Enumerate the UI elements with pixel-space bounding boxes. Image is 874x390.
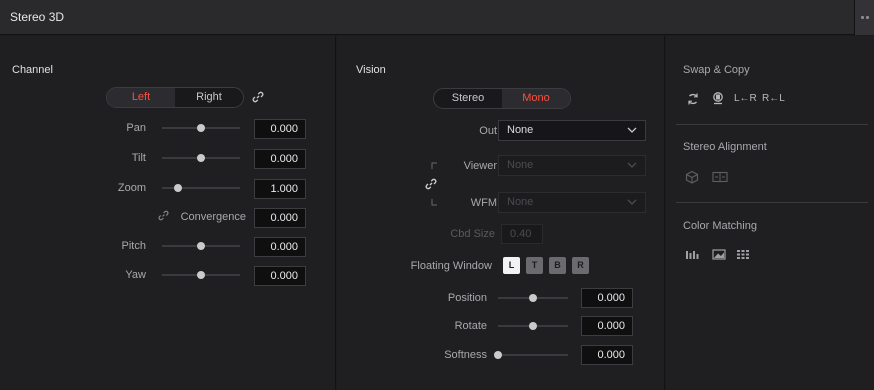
alignment-compare-icon[interactable] xyxy=(712,171,728,183)
mode-mono-button[interactable]: Mono xyxy=(502,89,570,108)
position-value-field[interactable]: 0.000 xyxy=(581,288,633,308)
stereo-alignment-title: Stereo Alignment xyxy=(683,141,767,153)
chevron-down-icon xyxy=(627,162,637,168)
link-icon[interactable] xyxy=(252,91,264,103)
rotate-slider[interactable] xyxy=(498,321,568,331)
auto-align-cube-icon[interactable] xyxy=(685,170,699,184)
viewer-label: Viewer xyxy=(463,160,497,172)
tools-panel: Swap & Copy L←R R←L Stereo Alignment Col… xyxy=(666,36,874,390)
channel-panel: Channel Left Right Pan 0.000 Tilt 0.000 … xyxy=(0,36,336,390)
softness-slider[interactable] xyxy=(494,350,568,360)
options-dot-icon xyxy=(861,16,864,19)
yaw-slider[interactable] xyxy=(162,270,240,280)
softness-value-field[interactable]: 0.000 xyxy=(581,345,633,365)
slider-knob[interactable] xyxy=(529,294,537,302)
options-menu-button[interactable] xyxy=(854,0,874,35)
slider-knob[interactable] xyxy=(197,242,205,250)
wfm-dropdown-value: None xyxy=(507,196,534,208)
vision-mode-selector: Stereo Mono xyxy=(433,88,571,109)
floating-bottom-toggle[interactable]: B xyxy=(549,257,566,274)
slider-knob[interactable] xyxy=(197,271,205,279)
chevron-down-icon xyxy=(627,127,637,133)
slider-knob[interactable] xyxy=(529,322,537,330)
slider-knob[interactable] xyxy=(197,154,205,162)
cbd-size-field[interactable]: 0.40 xyxy=(501,224,543,244)
divider xyxy=(676,202,868,203)
copy-left-to-right-button[interactable]: R←L xyxy=(762,93,785,104)
color-match-image-icon[interactable] xyxy=(712,249,726,260)
position-slider[interactable] xyxy=(498,293,568,303)
pitch-value-field[interactable]: 0.000 xyxy=(254,237,306,257)
color-match-bars-icon[interactable] xyxy=(685,250,699,260)
panel-header: Stereo 3D xyxy=(0,0,874,35)
zoom-label: Zoom xyxy=(117,182,146,194)
slider-knob[interactable] xyxy=(173,184,182,192)
tilt-slider[interactable] xyxy=(162,153,240,163)
channel-title: Channel xyxy=(12,64,53,76)
viewer-dropdown[interactable]: None xyxy=(498,155,646,176)
wfm-dropdown[interactable]: None xyxy=(498,192,646,213)
eye-right-button[interactable]: Right xyxy=(175,88,243,107)
vision-panel: Vision Stereo Mono Out None Viewer None … xyxy=(337,36,665,390)
floating-window-label: Floating Window xyxy=(410,260,492,272)
chevron-down-icon xyxy=(627,199,637,205)
convergence-label: Convergence xyxy=(180,211,246,223)
viewer-dropdown-value: None xyxy=(507,159,534,171)
floating-left-toggle[interactable]: L xyxy=(503,257,520,274)
convergence-link-icon[interactable] xyxy=(158,210,169,221)
swap-copy-title: Swap & Copy xyxy=(683,64,750,76)
position-label: Position xyxy=(447,292,487,304)
out-label: Out xyxy=(479,125,497,137)
swap-eyes-icon[interactable] xyxy=(686,92,700,106)
eye-left-button[interactable]: Left xyxy=(107,88,175,107)
mode-stereo-button[interactable]: Stereo xyxy=(434,89,502,108)
tilt-label: Tilt xyxy=(131,152,146,164)
divider xyxy=(676,124,868,125)
zoom-slider[interactable] xyxy=(162,183,240,193)
pitch-label: Pitch xyxy=(121,240,146,252)
out-dropdown[interactable]: None xyxy=(498,120,646,141)
pitch-slider[interactable] xyxy=(162,241,240,251)
pan-value-field[interactable]: 0.000 xyxy=(254,119,306,139)
options-dot-icon xyxy=(866,16,869,19)
wfm-label: WFM xyxy=(470,197,497,209)
cbd-size-label: Cbd Size xyxy=(450,228,495,240)
floating-right-toggle[interactable]: R xyxy=(572,257,589,274)
yaw-label: Yaw xyxy=(125,269,146,281)
panel-title: Stereo 3D xyxy=(10,10,65,24)
yaw-value-field[interactable]: 0.000 xyxy=(254,266,306,286)
rotate-value-field[interactable]: 0.000 xyxy=(581,316,633,336)
rotate-label: Rotate xyxy=(454,320,487,332)
zoom-value-field[interactable]: 1.000 xyxy=(254,179,306,199)
convergence-value-field[interactable]: 0.000 xyxy=(254,208,306,228)
color-matching-title: Color Matching xyxy=(683,220,757,232)
pan-label: Pan xyxy=(126,122,146,134)
vision-title: Vision xyxy=(356,64,386,76)
eye-selector: Left Right xyxy=(106,87,244,108)
slider-knob[interactable] xyxy=(494,351,502,359)
copy-grade-icon[interactable] xyxy=(711,91,725,106)
slider-knob[interactable] xyxy=(197,124,205,132)
out-dropdown-value: None xyxy=(507,124,534,136)
softness-label: Softness xyxy=(444,349,487,361)
tilt-value-field[interactable]: 0.000 xyxy=(254,149,306,169)
floating-top-toggle[interactable]: T xyxy=(526,257,543,274)
color-match-grid-icon[interactable] xyxy=(736,249,750,260)
copy-right-to-left-button[interactable]: L←R xyxy=(734,93,757,104)
pan-slider[interactable] xyxy=(162,123,240,133)
